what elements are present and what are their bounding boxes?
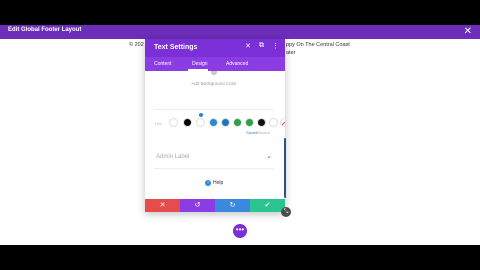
footer-text-right-2: ater (286, 50, 296, 56)
swatch-white[interactable] (169, 118, 178, 127)
hex-input[interactable]: Hex (155, 121, 162, 126)
swatch-black[interactable] (183, 118, 192, 127)
tab-advanced[interactable]: Advanced (226, 61, 248, 67)
saved-tab[interactable]: Saved (246, 130, 257, 135)
selected-swatch-pin-icon (199, 113, 203, 117)
add-background-label: Add Background Color (191, 81, 237, 86)
admin-label-text: Admin Label (156, 154, 190, 160)
swatch-row: Hex (155, 113, 285, 129)
chevron-down-icon: ⌄ (266, 153, 272, 160)
color-marker-icon (211, 71, 217, 75)
more-icon[interactable]: ⋮ (272, 42, 279, 50)
background-color-box[interactable]: Add Background Color (154, 71, 274, 110)
swatch-blue[interactable] (209, 118, 218, 127)
help-label: Help (213, 180, 224, 186)
builder-topbar: Edit Global Footer Layout ✕ (0, 25, 480, 39)
swatch-none-strike[interactable] (280, 118, 285, 127)
tab-design[interactable]: Design (192, 61, 208, 67)
close-icon[interactable]: ✕ (464, 25, 472, 39)
panel-title: Text Settings (154, 44, 198, 51)
panel-scroll-area: Add Background Color Hex Saved Recent Ad… (145, 71, 285, 212)
text-settings-panel: Text Settings ✕ ⧉ ⋮ Content Design Advan… (145, 39, 285, 212)
swatch-white-3[interactable] (269, 118, 278, 127)
help-icon: ? (205, 180, 211, 186)
swatch-green-2[interactable] (245, 118, 254, 127)
cancel-button[interactable]: ✕ (145, 199, 180, 212)
undo-button[interactable]: ↺ (180, 199, 215, 212)
panel-scrollbar[interactable] (284, 138, 286, 198)
footer-text-left: © 202 (129, 42, 144, 48)
swatch-green[interactable] (233, 118, 242, 127)
panel-header-icons: ✕ ⧉ ⋮ (245, 42, 279, 50)
swatch-white-2[interactable] (196, 118, 205, 127)
swatch-blue-2[interactable] (221, 118, 230, 127)
expand-icon[interactable]: ⧉ (259, 42, 264, 50)
swatch-black-2[interactable] (257, 118, 266, 127)
save-button[interactable]: ✔ (250, 199, 285, 212)
panel-tabs: Content Design Advanced (145, 57, 285, 71)
more-options-button[interactable]: ••• (233, 224, 247, 238)
recent-tab[interactable]: Recent (257, 130, 270, 135)
redo-button[interactable]: ↻ (215, 199, 250, 212)
topbar-title: Edit Global Footer Layout (8, 27, 82, 33)
panel-action-bar: ✕ ↺ ↻ ✔ (145, 199, 285, 212)
help-link[interactable]: ? Help (205, 180, 223, 186)
footer-text-right: ppy On The Central Coast (286, 42, 350, 48)
resize-handle-icon[interactable]: ⤡ (281, 207, 291, 217)
panel-header: Text Settings ✕ ⧉ ⋮ (145, 39, 285, 57)
close-icon[interactable]: ✕ (245, 42, 251, 50)
tab-content[interactable]: Content (154, 61, 172, 67)
admin-label-toggle[interactable]: Admin Label ⌄ (154, 148, 274, 169)
